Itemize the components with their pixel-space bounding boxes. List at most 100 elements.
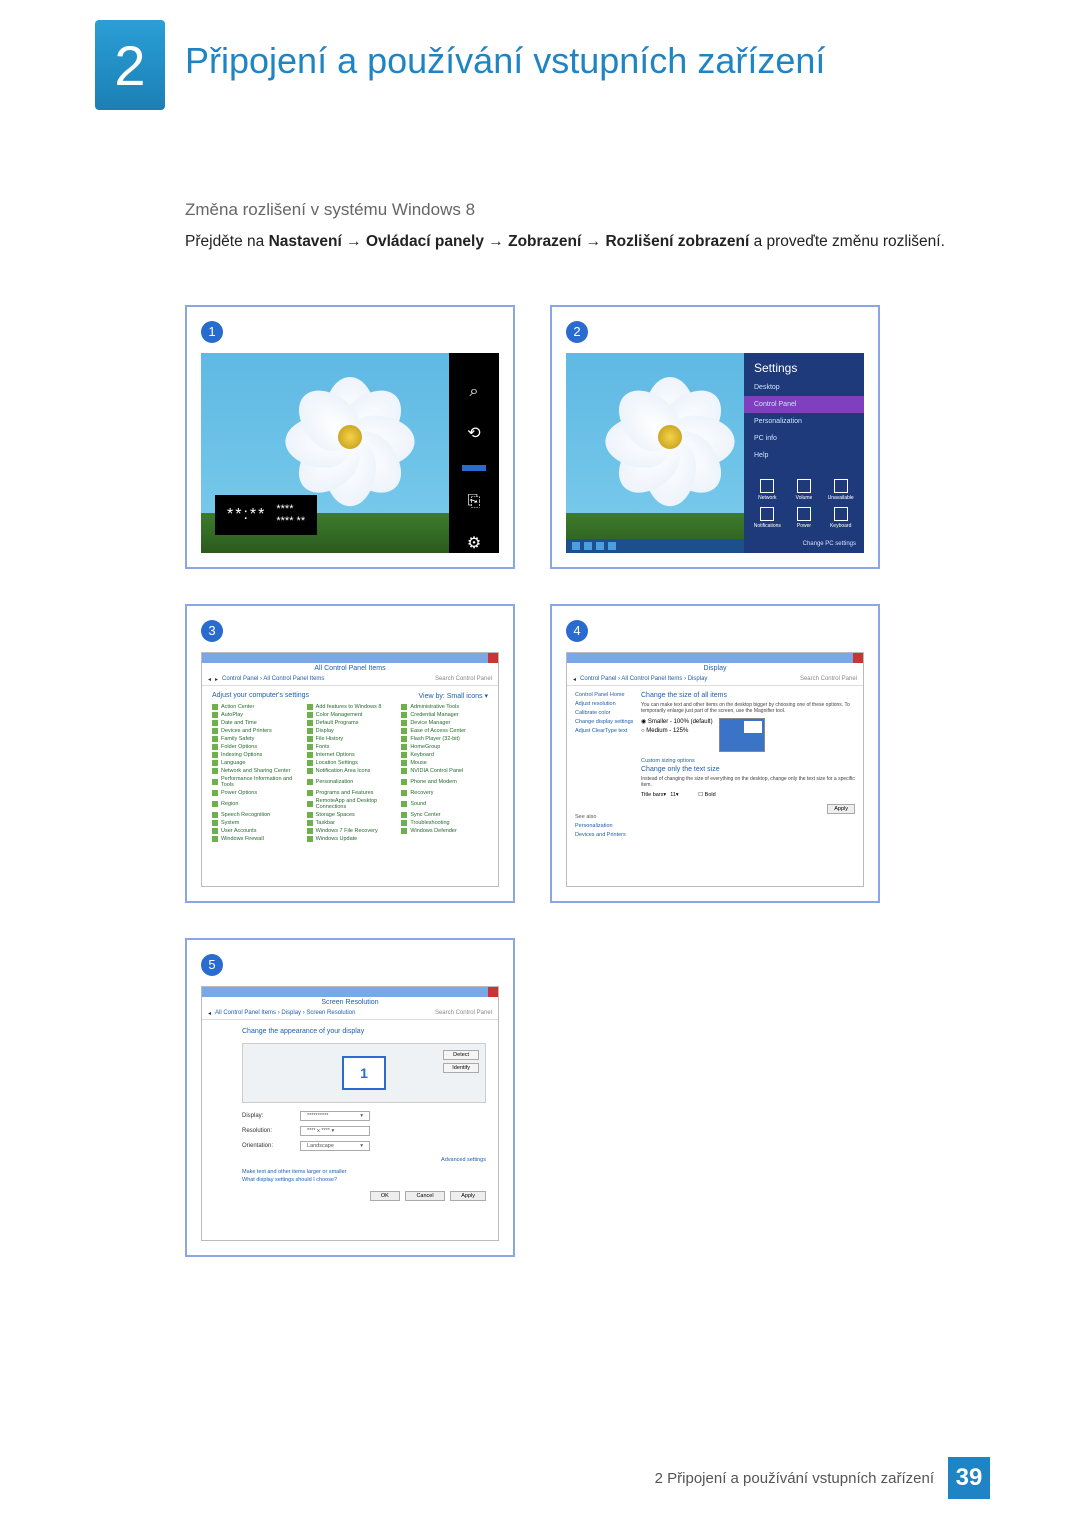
control-panel-item[interactable]: Sound bbox=[401, 798, 488, 810]
breadcrumb-bar[interactable]: ◂ All Control Panel Items › Display › Sc… bbox=[202, 1008, 498, 1020]
control-panel-item[interactable]: Recovery bbox=[401, 790, 488, 796]
quick-network[interactable]: Network bbox=[752, 479, 783, 501]
forward-icon[interactable]: ▸ bbox=[215, 676, 218, 683]
breadcrumb[interactable]: All Control Panel Items › Display › Scre… bbox=[215, 1010, 355, 1016]
monitor-icon[interactable]: 1 bbox=[342, 1056, 386, 1090]
control-panel-item[interactable]: Programs and Features bbox=[307, 790, 394, 796]
control-panel-item[interactable]: Troubleshooting bbox=[401, 820, 488, 826]
quick-unavailable[interactable]: Unavailable bbox=[825, 479, 856, 501]
orientation-select[interactable]: Landscape▾ bbox=[300, 1141, 370, 1151]
control-panel-item[interactable]: Credential Manager bbox=[401, 712, 488, 718]
text-size-link[interactable]: Make text and other items larger or smal… bbox=[242, 1169, 486, 1175]
control-panel-item[interactable]: Fonts bbox=[307, 744, 394, 750]
charms-bar[interactable]: ⌕ ⟲ ⎘ ⚙ bbox=[449, 353, 499, 553]
share-icon[interactable]: ⟲ bbox=[464, 423, 484, 443]
control-panel-item[interactable]: AutoPlay bbox=[212, 712, 299, 718]
side-link-cleartype[interactable]: Adjust ClearType text bbox=[575, 728, 635, 734]
breadcrumb[interactable]: Control Panel › All Control Panel Items bbox=[222, 676, 324, 682]
seealso-devices[interactable]: Devices and Printers bbox=[575, 832, 635, 838]
side-link-resolution[interactable]: Adjust resolution bbox=[575, 701, 635, 707]
control-panel-item[interactable]: NVIDIA Control Panel bbox=[401, 768, 488, 774]
control-panel-item[interactable]: Power Options bbox=[212, 790, 299, 796]
identify-button[interactable]: Identify bbox=[443, 1063, 479, 1073]
cancel-button[interactable]: Cancel bbox=[405, 1191, 444, 1201]
control-panel-item[interactable]: Phone and Modem bbox=[401, 776, 488, 788]
control-panel-item[interactable]: User Accounts bbox=[212, 828, 299, 834]
apply-button[interactable]: Apply bbox=[450, 1191, 486, 1201]
back-icon[interactable]: ◂ bbox=[208, 1010, 211, 1017]
advanced-settings-link[interactable]: Advanced settings bbox=[242, 1157, 486, 1163]
control-panel-item[interactable]: Windows 7 File Recovery bbox=[307, 828, 394, 834]
control-panel-item[interactable]: RemoteApp and Desktop Connections bbox=[307, 798, 394, 810]
control-panel-item[interactable]: Display bbox=[307, 728, 394, 734]
settings-icon[interactable]: ⚙ bbox=[464, 533, 484, 553]
breadcrumb-bar[interactable]: ◂ ▸ Control Panel › All Control Panel It… bbox=[202, 674, 498, 686]
detect-button[interactable]: Detect bbox=[443, 1050, 479, 1060]
control-panel-item[interactable]: Network and Sharing Center bbox=[212, 768, 299, 774]
ok-button[interactable]: OK bbox=[370, 1191, 400, 1201]
control-panel-item[interactable]: Performance Information and Tools bbox=[212, 776, 299, 788]
control-panel-item[interactable]: Ease of Access Center bbox=[401, 728, 488, 734]
control-panel-item[interactable]: Keyboard bbox=[401, 752, 488, 758]
viewby-dropdown[interactable]: View by: Small icons ▾ bbox=[418, 692, 488, 700]
breadcrumb[interactable]: Control Panel › All Control Panel Items … bbox=[580, 676, 707, 682]
settings-link-desktop[interactable]: Desktop bbox=[744, 379, 864, 396]
control-panel-item[interactable]: Default Programs bbox=[307, 720, 394, 726]
control-panel-item[interactable]: Storage Spaces bbox=[307, 812, 394, 818]
control-panel-item[interactable]: Add features to Windows 8 bbox=[307, 704, 394, 710]
close-icon[interactable] bbox=[488, 653, 498, 663]
start-icon[interactable] bbox=[462, 465, 486, 471]
bold-checkbox[interactable]: ☐ Bold bbox=[698, 792, 715, 798]
size-option-medium[interactable]: ○ Medium - 125% bbox=[641, 728, 713, 734]
control-panel-item[interactable]: Internet Options bbox=[307, 752, 394, 758]
control-panel-item[interactable]: Speech Recognition bbox=[212, 812, 299, 818]
settings-link-personalization[interactable]: Personalization bbox=[744, 413, 864, 430]
quick-notifications[interactable]: Notifications bbox=[752, 507, 783, 529]
control-panel-item[interactable]: Family Safety bbox=[212, 736, 299, 742]
control-panel-item[interactable]: Language bbox=[212, 760, 299, 766]
control-panel-item[interactable]: HomeGroup bbox=[401, 744, 488, 750]
size-option-small[interactable]: ◉ Smaller - 100% (default) bbox=[641, 718, 713, 725]
settings-link-pcinfo[interactable]: PC info bbox=[744, 430, 864, 447]
search-input[interactable]: Search Control Panel bbox=[435, 676, 492, 682]
control-panel-item[interactable]: Windows Update bbox=[307, 836, 394, 842]
control-panel-item[interactable]: Sync Center bbox=[401, 812, 488, 818]
search-input[interactable]: Search Control Panel bbox=[800, 676, 857, 682]
quick-power[interactable]: Power bbox=[789, 507, 820, 529]
taskbar[interactable] bbox=[566, 539, 744, 553]
quick-volume[interactable]: Volume bbox=[789, 479, 820, 501]
control-panel-item[interactable]: Personalization bbox=[307, 776, 394, 788]
settings-link-help[interactable]: Help bbox=[744, 447, 864, 464]
control-panel-item[interactable]: Location Settings bbox=[307, 760, 394, 766]
control-panel-item[interactable]: Folder Options bbox=[212, 744, 299, 750]
change-pc-settings-link[interactable]: Change PC settings bbox=[744, 537, 864, 553]
control-panel-item[interactable]: Mouse bbox=[401, 760, 488, 766]
apply-button[interactable]: Apply bbox=[827, 804, 855, 814]
control-panel-item[interactable]: Notification Area Icons bbox=[307, 768, 394, 774]
control-panel-item[interactable]: Action Center bbox=[212, 704, 299, 710]
display-help-link[interactable]: What display settings should I choose? bbox=[242, 1177, 486, 1183]
control-panel-item[interactable]: Device Manager bbox=[401, 720, 488, 726]
control-panel-item[interactable]: Taskbar bbox=[307, 820, 394, 826]
control-panel-item[interactable]: Windows Defender bbox=[401, 828, 488, 834]
control-panel-item[interactable]: Administrative Tools bbox=[401, 704, 488, 710]
back-icon[interactable]: ◂ bbox=[573, 676, 576, 683]
side-link-change-display[interactable]: Change display settings bbox=[575, 719, 635, 725]
control-panel-item[interactable]: File History bbox=[307, 736, 394, 742]
search-icon[interactable]: ⌕ bbox=[464, 383, 484, 401]
control-panel-item[interactable]: Date and Time bbox=[212, 720, 299, 726]
search-input[interactable]: Search Control Panel bbox=[435, 1010, 492, 1016]
quick-keyboard[interactable]: Keyboard bbox=[825, 507, 856, 529]
side-link-calibrate[interactable]: Calibrate color bbox=[575, 710, 635, 716]
back-icon[interactable]: ◂ bbox=[208, 676, 211, 683]
seealso-personalization[interactable]: Personalization bbox=[575, 823, 635, 829]
item-combo[interactable]: Title bars▾ bbox=[641, 792, 666, 798]
control-panel-item[interactable]: Color Management bbox=[307, 712, 394, 718]
settings-link-control-panel[interactable]: Control Panel bbox=[744, 396, 864, 413]
control-panel-item[interactable]: Devices and Printers bbox=[212, 728, 299, 734]
control-panel-item[interactable]: Flash Player (32-bit) bbox=[401, 736, 488, 742]
display-select[interactable]: **********▾ bbox=[300, 1111, 370, 1121]
size-combo[interactable]: 11▾ bbox=[670, 792, 694, 798]
close-icon[interactable] bbox=[488, 987, 498, 997]
control-panel-item[interactable]: System bbox=[212, 820, 299, 826]
